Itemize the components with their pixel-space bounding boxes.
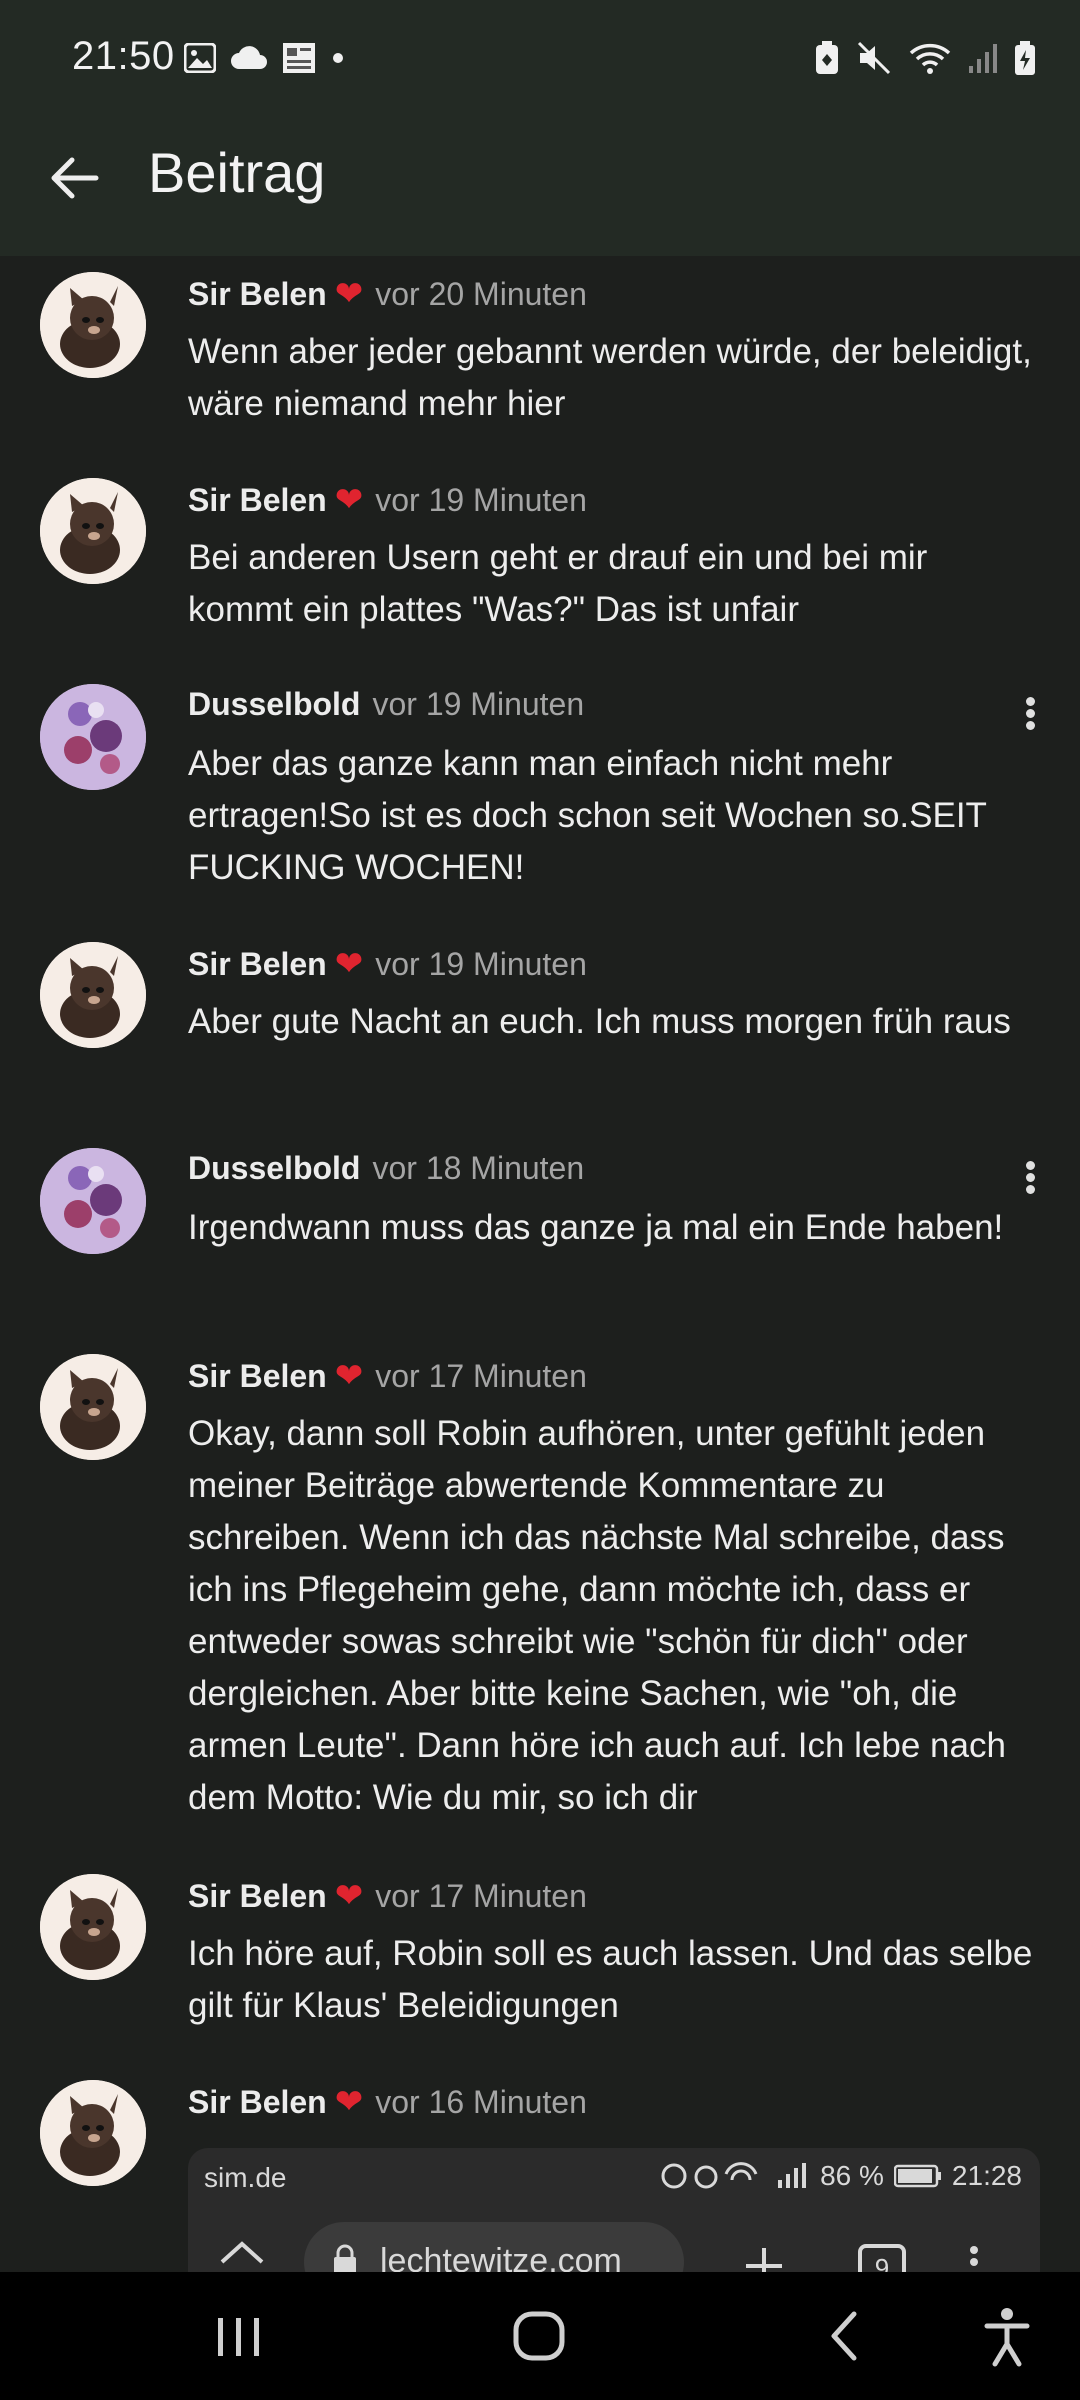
heart-icon: ❤ [334, 1877, 364, 1915]
news-icon [283, 43, 315, 73]
comment-author[interactable]: Dusselbold [188, 686, 360, 722]
battery-charging-icon [1015, 41, 1035, 75]
signal-icon [969, 44, 997, 73]
image-icon [184, 43, 216, 73]
comment-time: vor 19 Minuten [375, 482, 587, 518]
embed-status-bar: 86 % 21:28 [660, 2160, 1022, 2192]
flowers-avatar-icon [40, 684, 146, 790]
heart-icon: ❤ [334, 1357, 364, 1395]
status-time: 21:50 [72, 34, 175, 78]
heart-icon: ❤ [334, 275, 364, 313]
comment-meta: Sir Belen ❤ vor 20 Minuten [188, 274, 587, 314]
comment-meta: Sir Belen ❤ vor 17 Minuten [188, 1876, 587, 1916]
embed-url-bar: lechtewitze.com [304, 2222, 684, 2272]
comment-time: vor 19 Minuten [372, 686, 585, 722]
comment-feed[interactable]: Sir Belen ❤ vor 20 Minuten Wenn aber jeder… [0, 256, 1080, 2272]
cloud-icon [231, 46, 267, 69]
comment-time: vor 17 Minuten [375, 1358, 587, 1394]
heart-icon: ❤ [334, 2083, 364, 2121]
comment-meta: Sir Belen ❤ vor 19 Minuten [188, 944, 587, 984]
status-right-icons [814, 40, 1036, 76]
heart-icon: ❤ [334, 945, 364, 983]
embed-battery-icon [893, 2164, 941, 2188]
page-title: Beitrag [148, 141, 326, 204]
comment-author[interactable]: Sir Belen [188, 1358, 327, 1394]
embed-new-tab-icon [746, 2248, 782, 2272]
comment-text: Ich höre auf, Robin soll es auch lassen.… [188, 1934, 1033, 2025]
accessibility-icon[interactable] [982, 2302, 1032, 2370]
avatar[interactable] [40, 272, 146, 378]
heart-icon: ❤ [334, 481, 364, 519]
avatar[interactable] [40, 684, 146, 790]
kitten-avatar-icon [40, 272, 146, 378]
wifi-icon [909, 43, 951, 74]
avatar[interactable] [40, 942, 146, 1048]
comment-time: vor 19 Minuten [375, 946, 587, 982]
embed-tab-count: 9 [858, 2244, 906, 2272]
comment-author[interactable]: Sir Belen [188, 276, 327, 312]
flowers-avatar-icon [40, 1148, 146, 1254]
embed-home-icon [220, 2241, 264, 2264]
comment-text: Okay, dann soll Robin aufhören, unter ge… [188, 1414, 1006, 1817]
comment-author[interactable]: Sir Belen [188, 1878, 327, 1914]
comment-time: vor 17 Minuten [375, 1878, 587, 1914]
dot-icon [333, 53, 343, 63]
comment-meta: Sir Belen ❤ vor 19 Minuten [188, 480, 587, 520]
embed-url-prefix: sim.de [204, 2162, 287, 2193]
comment-author[interactable]: Dusselbold [188, 1150, 360, 1186]
mute-icon [857, 41, 891, 75]
comment-text: Aber gute Nacht an euch. Ich muss morgen… [188, 1002, 1011, 1041]
back-arrow-icon[interactable] [46, 150, 102, 206]
status-bar: 21:50 [0, 0, 1080, 120]
embed-time: 21:28 [951, 2160, 1022, 2191]
more-options-icon[interactable] [1020, 694, 1040, 734]
embed-menu-icon [970, 2246, 978, 2266]
avatar[interactable] [40, 1148, 146, 1254]
comment-meta: Sir Belen ❤ vor 16 Minuten [188, 2082, 587, 2122]
attached-screenshot[interactable]: sim.de 86 % 21:28 lechtewitze.com 9 [188, 2148, 1040, 2272]
kitten-avatar-icon [40, 1354, 146, 1460]
embed-url-text: lechtewitze.com [380, 2242, 622, 2272]
kitten-avatar-icon [40, 942, 146, 1048]
comment-text: Bei anderen Usern geht er drauf ein und … [188, 538, 928, 629]
embed-lock-icon [334, 2244, 356, 2272]
navigation-bar [0, 2272, 1080, 2400]
status-left-icons [184, 42, 346, 74]
avatar[interactable] [40, 1874, 146, 1980]
comment-time: vor 16 Minuten [375, 2084, 587, 2120]
home-icon[interactable] [510, 2302, 570, 2370]
embed-status-icons [661, 2162, 807, 2189]
comment-time: vor 20 Minuten [375, 276, 587, 312]
comment-meta: Dusselbold vor 18 Minuten [188, 1150, 584, 1187]
avatar[interactable] [40, 1354, 146, 1460]
more-options-icon[interactable] [1020, 1158, 1040, 1198]
embed-battery-percent: 86 % [820, 2160, 884, 2191]
avatar[interactable] [40, 478, 146, 584]
comment-author[interactable]: Sir Belen [188, 2084, 327, 2120]
battery-saver-icon [816, 41, 838, 74]
comment-text: Wenn aber jeder gebannt werden würde, de… [188, 332, 1032, 423]
recents-icon[interactable] [210, 2302, 266, 2370]
comment-text: Irgendwann muss das ganze ja mal ein End… [188, 1208, 1004, 1247]
kitten-avatar-icon [40, 478, 146, 584]
avatar[interactable] [40, 2080, 146, 2186]
comment-meta: Dusselbold vor 19 Minuten [188, 686, 584, 723]
comment-author[interactable]: Sir Belen [188, 946, 327, 982]
comment-author[interactable]: Sir Belen [188, 482, 327, 518]
app-bar: Beitrag [0, 120, 1080, 256]
kitten-avatar-icon [40, 2080, 146, 2186]
back-icon[interactable] [820, 2302, 870, 2370]
comment-time: vor 18 Minuten [372, 1150, 585, 1186]
kitten-avatar-icon [40, 1874, 146, 1980]
comment-text: Aber das ganze kann man einfach nicht me… [188, 744, 987, 887]
comment-meta: Sir Belen ❤ vor 17 Minuten [188, 1356, 587, 1396]
